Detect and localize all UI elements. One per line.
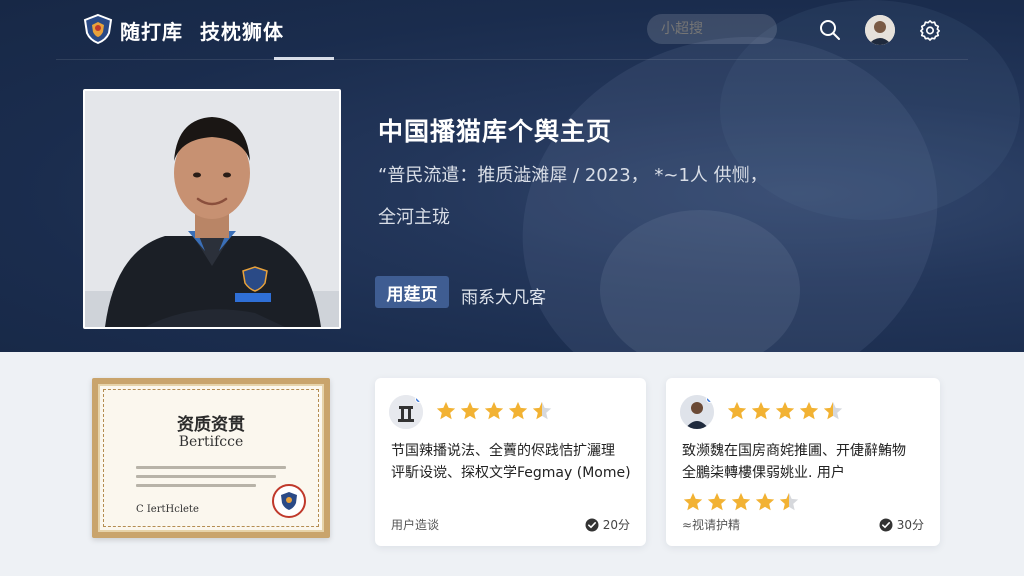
profile-location: 全河主珑 <box>378 207 450 228</box>
user-avatar[interactable] <box>865 15 895 45</box>
star-icon <box>707 492 727 511</box>
profile-photo-image <box>85 91 339 327</box>
star-icon <box>755 492 775 511</box>
profile-description: “普民流遣：推质澁滩犀 / 2023， *~1人 供恻， <box>378 165 768 186</box>
star-icon <box>532 401 552 420</box>
star-icon <box>775 401 795 420</box>
nav-tab-active[interactable]: 技枕狮体 <box>200 16 284 45</box>
certificate-footer: C IertHclete <box>136 504 199 515</box>
star-icon <box>779 492 799 511</box>
homepage-button[interactable]: 用莛页 <box>375 276 449 308</box>
star-icon <box>460 401 480 420</box>
check-circle-icon <box>585 518 599 531</box>
certificate-subtitle: Bertifcce <box>178 434 244 450</box>
review-footer-label: 用户造谈 <box>391 518 440 532</box>
star-icon <box>751 401 771 420</box>
review-text-line: 节国辣播说法、全藚的侭践恄扩灑理 <box>391 443 615 459</box>
star-rating <box>435 400 553 422</box>
review-text: 致濒魏在国房商姹推圃、开倢辭鮪物 全鵬柒轉樓倮弱姚业. 用户 <box>682 440 932 484</box>
review-text-line: 全鵬柒轉樓倮弱姚业. 用户 <box>682 465 845 481</box>
review-score: 20分 <box>585 516 630 533</box>
search-icon[interactable] <box>816 16 844 44</box>
star-icon <box>683 492 703 511</box>
certificate-title: 资质资贯 <box>177 415 245 435</box>
gear-icon[interactable] <box>916 16 944 44</box>
star-icon <box>436 401 456 420</box>
certificate-card[interactable]: 资质资贯 Bertifcce C IertHclete <box>92 378 330 538</box>
star-icon <box>823 401 843 420</box>
review-score: 30分 <box>879 516 924 533</box>
nav-divider <box>56 59 968 60</box>
verified-badge-icon <box>706 395 714 403</box>
review-score-value: 20分 <box>602 518 630 532</box>
shield-logo-icon[interactable] <box>82 13 114 45</box>
review-card[interactable]: 节国辣播说法、全藚的侭践恄扩灑理 评馸设谠、探权文学Fegmay (Mome) … <box>375 378 646 546</box>
review-score-value: 30分 <box>896 518 924 532</box>
review-text-line: 评馸设谠、探权文学Fegmay (Mome) <box>391 465 631 481</box>
reviewer-avatar <box>680 395 714 429</box>
star-icon <box>484 401 504 420</box>
top-navigation: 随打库 技枕狮体 <box>0 0 1024 60</box>
profile-title: 中国播猫库个舆主页 <box>378 117 613 146</box>
review-text-line: 致濒魏在国房商姹推圃、开倢辭鮪物 <box>682 443 906 459</box>
star-icon <box>799 401 819 420</box>
profile-photo <box>83 89 341 329</box>
seal-icon <box>272 484 306 518</box>
reviewer-avatar <box>389 395 423 429</box>
search-input[interactable] <box>647 14 777 44</box>
contact-link[interactable]: 雨系大凡客 <box>461 283 546 308</box>
check-circle-icon <box>879 518 893 531</box>
star-rating <box>726 400 844 422</box>
review-text: 节国辣播说法、全藚的侭践恄扩灑理 评馸设谠、探权文学Fegmay (Mome) <box>391 440 641 484</box>
profile-hero: 随打库 技枕狮体 小超搜 中国播猫库个舆主页 “普民流遣：推质澁滩犀 / 202… <box>0 0 1024 352</box>
star-rating-secondary <box>682 491 800 513</box>
review-card[interactable]: 致濒魏在国房商姹推圃、开倢辭鮪物 全鵬柒轉樓倮弱姚业. 用户 ≈视请护精 30分 <box>666 378 940 546</box>
star-icon <box>727 401 747 420</box>
verified-badge-icon <box>415 395 423 403</box>
review-footer-label: ≈视请护精 <box>682 518 741 532</box>
certificate-paper: 资质资贯 Bertifcce C IertHclete <box>98 384 324 532</box>
brand-name[interactable]: 随打库 <box>120 16 183 45</box>
star-icon <box>508 401 528 420</box>
certificate-text-lines <box>136 460 286 493</box>
star-icon <box>731 492 751 511</box>
